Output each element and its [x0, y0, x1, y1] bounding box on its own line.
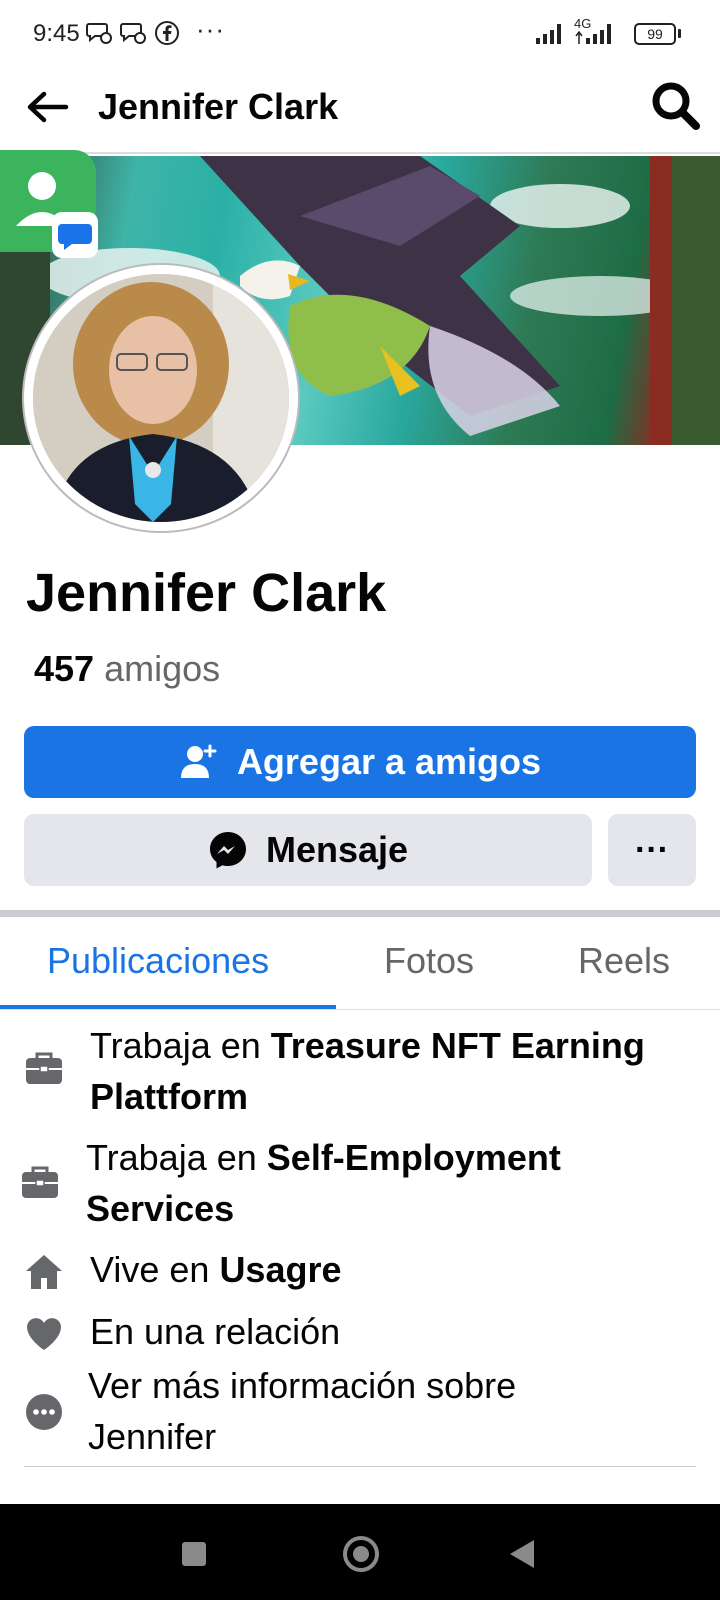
- profile-tabs: Publicaciones Fotos Reels: [0, 918, 720, 1010]
- chat-bubble-icon: [86, 23, 112, 44]
- relationship-status: En una relación: [90, 1311, 341, 1352]
- detail-work-2[interactable]: Trabaja en Self-Employment Services: [0, 1130, 720, 1240]
- detail-text: En una relación: [90, 1306, 690, 1357]
- detail-prefix: Trabaja en: [86, 1137, 267, 1178]
- detail-lives-in[interactable]: Vive en Usagre: [0, 1244, 720, 1302]
- profile-name: Jennifer Clark: [26, 563, 387, 623]
- detail-prefix: Vive en: [90, 1249, 220, 1290]
- more-options-button[interactable]: ···: [608, 814, 696, 886]
- profile-photo: [33, 274, 289, 522]
- friends-count: 457: [34, 648, 95, 689]
- avatar[interactable]: [33, 274, 289, 522]
- detail-work-1[interactable]: Trabaja en Treasure NFT Earning Plattfor…: [0, 1018, 720, 1128]
- tab-reels[interactable]: Reels: [578, 940, 670, 982]
- top-header: Jennifer Clark: [0, 68, 720, 154]
- more-notifications-indicator: ···: [196, 14, 225, 44]
- tab-fotos[interactable]: Fotos: [384, 940, 474, 982]
- detail-relationship[interactable]: En una relación: [0, 1306, 720, 1364]
- heart-icon: [27, 1318, 61, 1350]
- more-circle-icon: [26, 1394, 62, 1430]
- detail-prefix: Trabaja en: [90, 1025, 271, 1066]
- arrow-left-icon[interactable]: [22, 82, 72, 132]
- status-time: 9:45: [33, 20, 80, 47]
- details-divider: [24, 1466, 696, 1467]
- add-person-icon: [180, 744, 217, 778]
- home-icon: [26, 1255, 62, 1289]
- friends-count-link[interactable]: 457 amigos: [34, 648, 220, 690]
- home-button-dot: [353, 1546, 369, 1562]
- section-divider: [0, 910, 720, 917]
- more-options-icon: ···: [635, 830, 669, 869]
- add-friend-label: Agregar a amigos: [236, 741, 542, 782]
- briefcase-icon: [26, 1052, 62, 1084]
- system-nav-bar: [0, 1504, 720, 1600]
- header-title: Jennifer Clark: [98, 86, 339, 127]
- battery-tip: [678, 29, 681, 38]
- back-button[interactable]: [510, 1540, 534, 1568]
- search-icon[interactable]: [648, 78, 704, 134]
- friends-label: amigos: [104, 648, 221, 689]
- facebook-icon: [155, 21, 179, 45]
- city-name: Usagre: [219, 1249, 342, 1290]
- see-more-info-link: Ver más información sobre Jennifer: [88, 1360, 588, 1462]
- tab-publicaciones[interactable]: Publicaciones: [47, 940, 269, 982]
- signal-4g-icon: [575, 24, 611, 44]
- detail-see-more[interactable]: Ver más información sobre Jennifer: [0, 1360, 720, 1464]
- message-button[interactable]: Mensaje: [24, 814, 592, 886]
- recents-button[interactable]: [182, 1542, 206, 1566]
- message-label: Mensaje: [265, 829, 409, 870]
- status-bar: 9:45 ··· 4G 99: [0, 0, 720, 68]
- signal-icon: [536, 24, 561, 44]
- active-tab-indicator: [0, 1005, 336, 1009]
- add-friend-button[interactable]: Agregar a amigos: [24, 726, 696, 798]
- detail-text: Vive en Usagre: [90, 1244, 690, 1295]
- battery-indicator: 99: [634, 23, 676, 45]
- home-button[interactable]: [343, 1536, 379, 1572]
- see-more-label: Ver más información sobre Jennifer: [88, 1365, 517, 1457]
- briefcase-icon: [22, 1166, 58, 1198]
- detail-text: Trabaja en Self-Employment Services: [86, 1132, 646, 1234]
- message-badge-icon: [52, 212, 98, 258]
- messenger-icon: [209, 832, 246, 869]
- detail-text: Trabaja en Treasure NFT Earning Plattfor…: [90, 1020, 700, 1122]
- chat-bubble-icon: [120, 23, 146, 44]
